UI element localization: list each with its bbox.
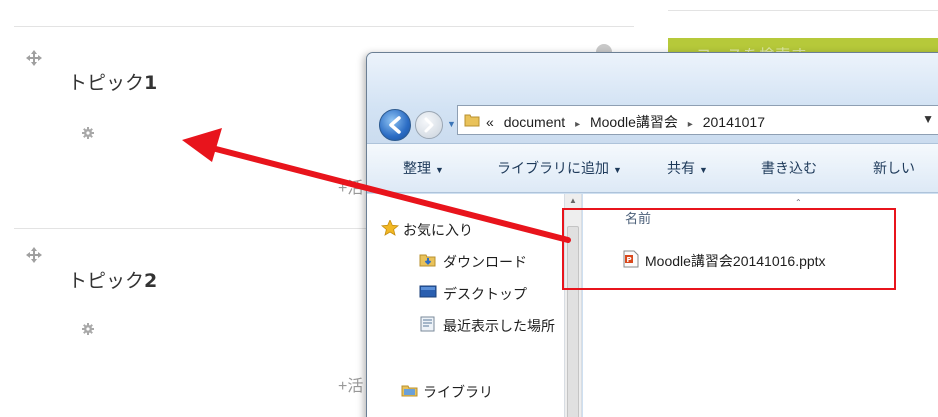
download-folder-icon [419,252,437,268]
topic-label: トピック [68,270,145,292]
move-section-icon[interactable] [26,50,42,66]
add-plus-glyph: + [338,378,348,395]
forward-button[interactable] [415,111,443,139]
breadcrumb-separator-icon[interactable]: ▸ [688,119,693,130]
breadcrumb: « document ▸ Moodle講習会 ▸ 20141017 [486,112,771,132]
share-menu[interactable]: 共有 ▼ [667,158,708,178]
breadcrumb-item[interactable]: 20141017 [703,114,765,130]
add-activity-text: 活 [347,378,364,395]
burn-button[interactable]: 書き込む [761,158,817,178]
breadcrumb-item[interactable]: document [504,114,565,130]
command-toolbar: 整理 ▼ ライブラリに追加 ▼ 共有 ▼ 書き込む 新しい [367,143,938,193]
add-to-library-menu[interactable]: ライブラリに追加 ▼ [497,158,622,178]
add-activity-link[interactable]: +活 [338,372,363,396]
address-dropdown-icon[interactable]: ▼ [922,112,934,126]
arrow-left-icon [389,116,401,134]
section-divider [14,228,374,229]
scroll-up-icon[interactable]: ▲ [569,196,577,205]
file-highlight-box [562,208,896,290]
new-folder-button[interactable]: 新しい [873,158,915,178]
topic-number: 2 [144,270,158,292]
section-divider [14,26,634,27]
header-divider [668,10,938,11]
nav-desktop[interactable]: デスクトップ [443,284,527,304]
arrow-right-icon [424,117,434,133]
history-dropdown-icon[interactable]: ▼ [447,119,456,129]
navigation-pane: お気に入り ダウンロード デスクトップ 最近表示した場所 ライブラリ [367,194,565,417]
nav-recent-places[interactable]: 最近表示した場所 [443,316,565,336]
desktop-icon [419,284,437,300]
star-icon [381,218,399,236]
breadcrumb-item[interactable]: Moodle講習会 [590,114,678,130]
breadcrumb-separator-icon[interactable]: ▸ [575,119,580,130]
topic-number: 1 [144,72,158,94]
move-section-icon[interactable] [26,247,42,263]
nav-favorites[interactable]: お気に入り [403,220,473,240]
back-button[interactable] [379,109,411,141]
folder-icon [464,112,480,128]
breadcrumb-overflow[interactable]: « [486,114,494,130]
address-bar[interactable]: « document ▸ Moodle講習会 ▸ 20141017 ▼ [457,105,938,135]
topic-label: トピック [68,72,145,94]
gear-icon[interactable] [82,126,94,139]
add-activity-link[interactable]: +活 [338,174,363,198]
add-plus-glyph: + [338,180,348,197]
organize-menu[interactable]: 整理 ▼ [403,158,444,178]
sort-indicator-icon: ⌃ [795,198,802,207]
nav-library[interactable]: ライブラリ [423,382,493,402]
add-activity-text: 活 [347,180,364,197]
gear-icon[interactable] [82,322,94,335]
topic-1-title: トピック1 [68,68,157,95]
recent-places-icon [419,316,437,332]
library-icon [401,382,419,398]
nav-downloads[interactable]: ダウンロード [443,252,527,272]
topic-2-title: トピック2 [68,266,157,293]
